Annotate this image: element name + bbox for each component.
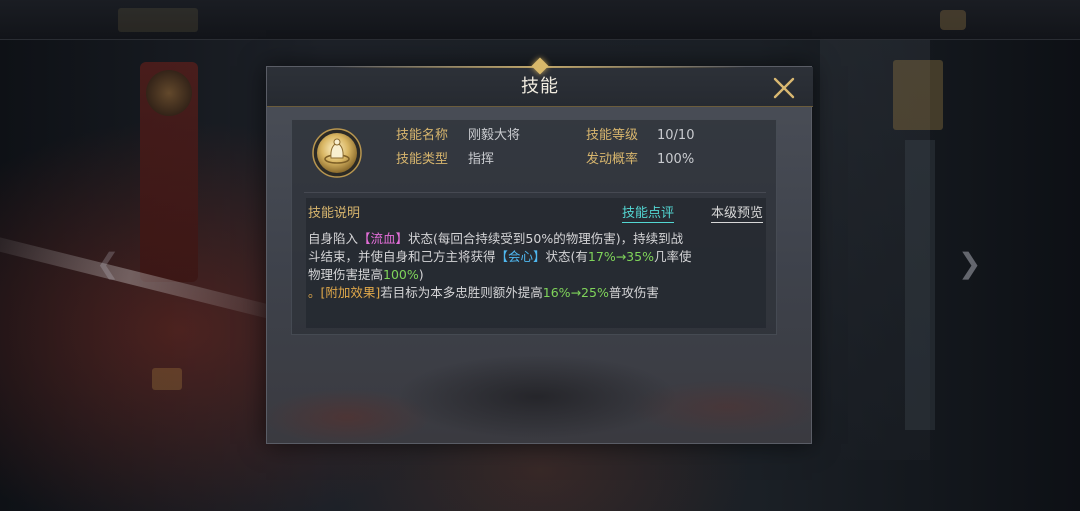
skill-name-label: 技能名称 (396, 128, 449, 143)
skill-name-value: 刚毅大将 (468, 128, 521, 143)
skill-info-panel: 技能名称 刚毅大将 技能等级 10/10 技能类型 指挥 发动概率 100% 技… (291, 119, 777, 335)
description-text: 自身陷入 (308, 231, 359, 246)
description-text: 状态(有 (545, 249, 588, 264)
skill-review-link[interactable]: 技能点评 (622, 206, 675, 223)
skill-dialog: 技能 技能名称 刚毅大将 技能等级 10/10 技能类型 指挥 发动概率 100… (266, 57, 813, 445)
extra-effect-tag: 。[附加效果] (308, 285, 381, 300)
description-text: 若目标为本多忠胜则额外提高 (380, 285, 543, 300)
description-text: 状态(每回合持续受到50%的物理伤害)，持续到战 (408, 231, 684, 246)
background-badge (152, 368, 182, 390)
skill-level-label: 技能等级 (586, 128, 639, 143)
description-text: 几率使 (653, 249, 692, 264)
damage-boost-value: 100% (383, 267, 419, 282)
banner-badge (146, 70, 192, 116)
close-button[interactable] (771, 75, 797, 101)
right-side-tab (893, 60, 943, 130)
trigger-chance-label: 发动概率 (586, 152, 639, 167)
description-text: 普攻伤害 (608, 285, 659, 300)
description-line-4: 。[附加效果]若目标为本多忠胜则额外提高16%→25%普攻伤害 (308, 284, 659, 302)
dialog-title: 技能 (521, 76, 559, 97)
skill-type-label: 技能类型 (396, 152, 449, 167)
top-bar-tab (118, 8, 198, 32)
dialog-header: 技能 (267, 57, 813, 107)
chevron-right-icon: ❯ (958, 247, 982, 280)
close-icon (773, 77, 795, 99)
top-bar (0, 0, 1080, 40)
divider (304, 192, 766, 193)
skill-command-icon (312, 128, 362, 178)
skill-type-value: 指挥 (468, 152, 495, 167)
dialog-smoke-art (267, 337, 813, 445)
description-line-2: 斗结束，并使自身和己方主将获得【会心】状态(有17%→35%几率使 (308, 248, 691, 266)
right-side-strip (905, 140, 935, 430)
trigger-chance-value: 100% (657, 152, 695, 167)
description-text: 物理伤害提高 (308, 267, 384, 282)
skill-level-value: 10/10 (657, 128, 695, 143)
crit-keyword: 【会心】 (495, 249, 546, 264)
level-preview-link[interactable]: 本级预览 (711, 206, 764, 223)
description-line-3: 物理伤害提高100%) (308, 266, 424, 284)
chevron-left-icon: ❮ (96, 247, 120, 280)
description-line-1: 自身陷入【流血】状态(每回合持续受到50%的物理伤害)，持续到战 (308, 230, 683, 248)
description-text: ) (418, 267, 424, 282)
extra-damage-value: 16%→25% (542, 285, 609, 300)
description-title: 技能说明 (308, 206, 361, 221)
crit-chance-value: 17%→35% (587, 249, 654, 264)
top-bar-button (940, 10, 966, 30)
description-text: 斗结束，并使自身和己方主将获得 (308, 249, 496, 264)
bleed-keyword: 【流血】 (358, 231, 409, 246)
